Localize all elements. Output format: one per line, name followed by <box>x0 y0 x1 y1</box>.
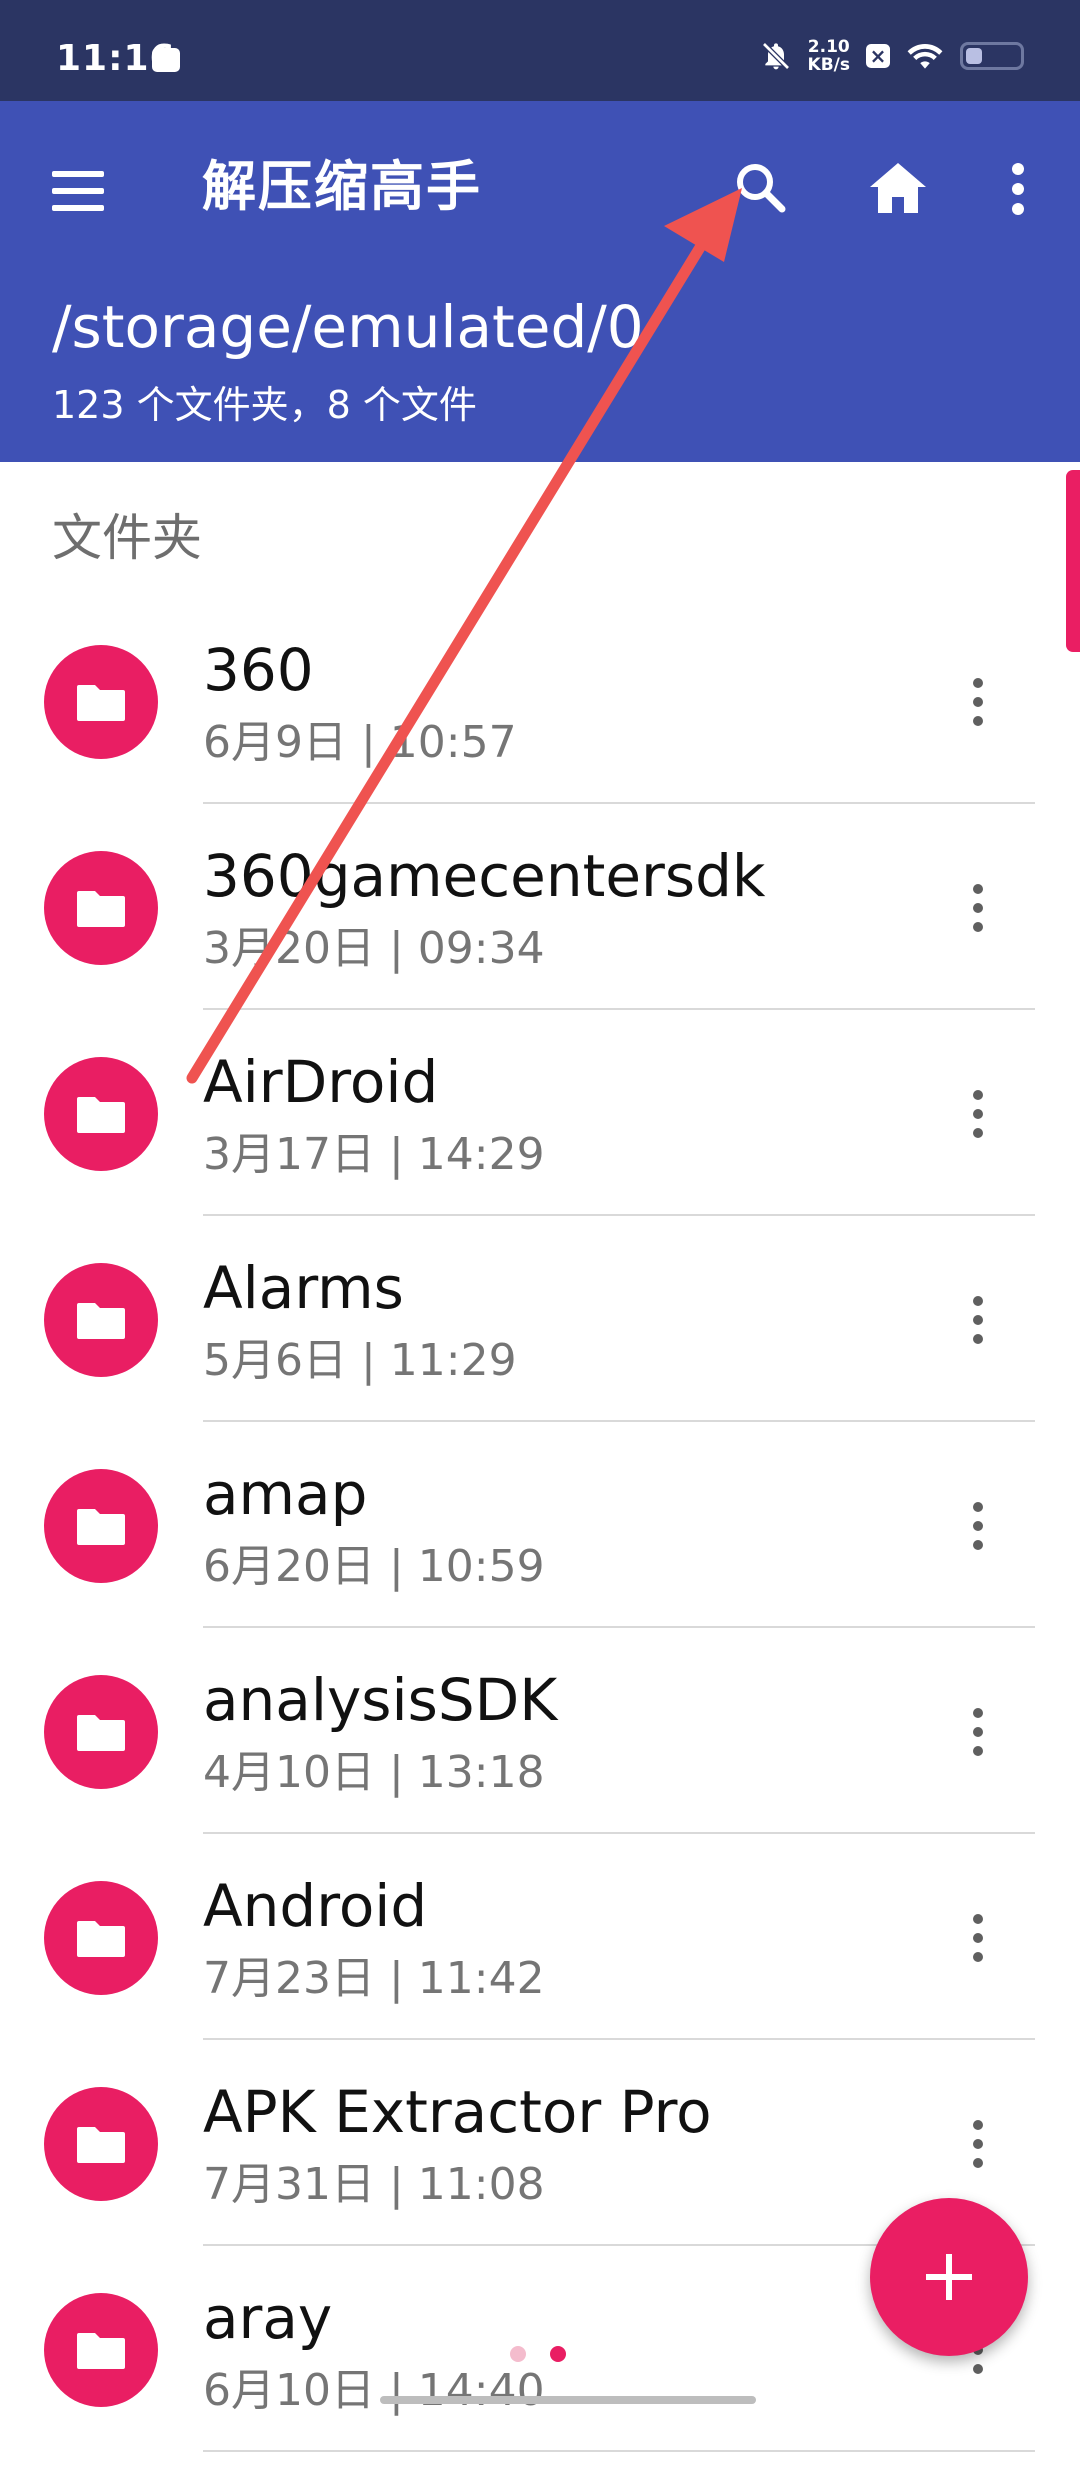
folder-modified-date: 3月20日 | 09:34 <box>203 923 545 974</box>
folder-modified-date: 7月31日 | 11:08 <box>203 2159 545 2210</box>
folder-more-icon[interactable] <box>945 1486 1009 1566</box>
divider <box>203 1008 1035 1010</box>
folder-row[interactable]: AirDroid 3月17日 | 14:29 <box>0 1032 1080 1238</box>
section-header-folders: 文件夹 <box>52 509 202 567</box>
status-bar: 11:16 2.10 KB/s × <box>0 0 1080 101</box>
page-dot <box>510 2346 526 2362</box>
mail-notification-icon <box>152 48 180 72</box>
battery-icon <box>960 42 1024 70</box>
folder-name: Android <box>203 1872 428 1940</box>
folder-name: amap <box>203 1460 368 1528</box>
folder-name: 360gamecentersdk <box>203 842 766 910</box>
folder-icon <box>44 2293 158 2407</box>
page-dot-active <box>550 2346 566 2362</box>
folder-icon <box>44 1881 158 1995</box>
folder-name: Alarms <box>203 1254 404 1322</box>
search-icon[interactable] <box>722 149 802 229</box>
folder-more-icon[interactable] <box>945 868 1009 948</box>
folder-row[interactable]: 360 6月9日 | 10:57 <box>0 620 1080 826</box>
divider <box>203 1626 1035 1628</box>
app-bar: 解压缩高手 /storage/emulated/0 123 个文件夹，8 个文件 <box>0 101 1080 462</box>
divider <box>203 1214 1035 1216</box>
folder-more-icon[interactable] <box>945 1280 1009 1360</box>
gesture-navigation-bar[interactable] <box>380 2396 756 2404</box>
divider <box>203 2450 1035 2452</box>
folder-name: analysisSDK <box>203 1666 558 1734</box>
bell-muted-icon <box>761 42 790 70</box>
folder-row[interactable]: Android 7月23日 | 11:42 <box>0 1856 1080 2062</box>
divider <box>203 802 1035 804</box>
menu-icon[interactable] <box>50 163 106 219</box>
folder-modified-date: 5月6日 | 11:29 <box>203 1335 517 1386</box>
folder-modified-date: 6月9日 | 10:57 <box>203 717 517 768</box>
app-title: 解压缩高手 <box>202 155 482 218</box>
folder-row[interactable]: analysisSDK 4月10日 | 13:18 <box>0 1650 1080 1856</box>
folder-row[interactable]: amap 6月20日 | 10:59 <box>0 1444 1080 1650</box>
folder-more-icon[interactable] <box>945 662 1009 742</box>
folder-modified-date: 3月17日 | 14:29 <box>203 1129 545 1180</box>
folder-row[interactable]: Alarms 5月6日 | 11:29 <box>0 1238 1080 1444</box>
app-notification-icon: × <box>866 44 890 68</box>
more-options-icon[interactable] <box>978 149 1058 229</box>
folder-icon <box>44 2087 158 2201</box>
current-path: /storage/emulated/0 <box>52 293 644 361</box>
folder-modified-date: 4月10日 | 13:18 <box>203 1747 545 1798</box>
wifi-icon <box>907 43 943 69</box>
folder-name: aray <box>203 2284 333 2352</box>
add-button[interactable] <box>870 2198 1028 2356</box>
home-icon[interactable] <box>858 149 938 229</box>
divider <box>203 1420 1035 1422</box>
folder-more-icon[interactable] <box>945 1074 1009 1154</box>
folder-icon <box>44 645 158 759</box>
folder-icon <box>44 1263 158 1377</box>
folder-more-icon[interactable] <box>945 1898 1009 1978</box>
folder-file-count: 123 个文件夹，8 个文件 <box>52 383 477 427</box>
divider <box>203 1832 1035 1834</box>
divider <box>203 2038 1035 2040</box>
status-icons: 2.10 KB/s × <box>760 36 1024 76</box>
folder-name: APK Extractor Pro <box>203 2078 712 2146</box>
folder-name: AirDroid <box>203 1048 439 1116</box>
folder-name: 360 <box>203 636 314 704</box>
network-speed: 2.10 KB/s <box>807 37 850 75</box>
folder-icon <box>44 1675 158 1789</box>
folder-row[interactable]: 360gamecentersdk 3月20日 | 09:34 <box>0 826 1080 1032</box>
folder-modified-date: 6月20日 | 10:59 <box>203 1541 545 1592</box>
folder-modified-date: 7月23日 | 11:42 <box>203 1953 545 2004</box>
folder-icon <box>44 1057 158 1171</box>
folder-icon <box>44 851 158 965</box>
folder-more-icon[interactable] <box>945 2104 1009 2184</box>
folder-modified-date: 6月10日 | 14:40 <box>203 2365 545 2416</box>
page-indicator <box>510 2346 570 2366</box>
folder-icon <box>44 1469 158 1583</box>
folder-more-icon[interactable] <box>945 1692 1009 1772</box>
